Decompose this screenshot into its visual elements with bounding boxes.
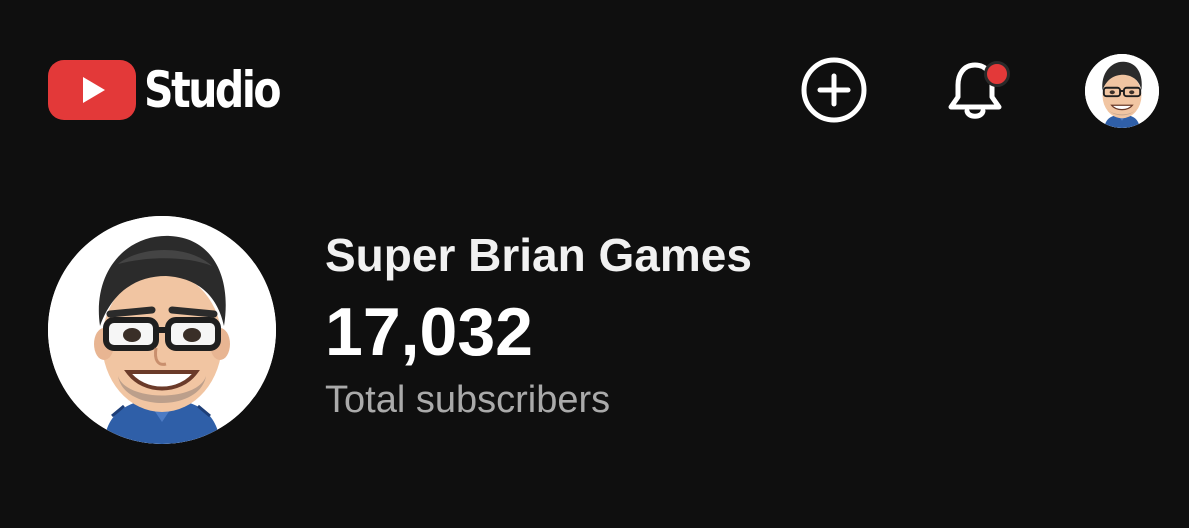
account-avatar-button[interactable] <box>1085 54 1159 128</box>
youtube-play-icon <box>48 60 136 120</box>
avatar <box>1085 54 1159 128</box>
subscriber-count: 17,032 <box>325 294 533 370</box>
youtube-studio-logo[interactable]: Studio <box>48 58 309 122</box>
channel-info: Super Brian Games 17,032 Total subscribe… <box>325 226 752 424</box>
avatar-icon <box>48 216 276 444</box>
channel-summary-card: Super Brian Games 17,032 Total subscribe… <box>0 200 1189 460</box>
studio-dashboard-screen: Studio Super Brian Games 17,032 Total su… <box>0 0 1189 528</box>
top-app-bar: Studio <box>0 0 1189 180</box>
notification-badge <box>984 61 1010 87</box>
logo-text: Studio <box>144 61 282 119</box>
plus-circle-icon <box>801 57 867 123</box>
notifications-button[interactable] <box>940 55 1010 125</box>
channel-name: Super Brian Games <box>325 229 752 281</box>
channel-avatar[interactable] <box>48 216 276 444</box>
create-button[interactable] <box>799 55 869 125</box>
subscriber-label: Total subscribers <box>325 379 611 421</box>
